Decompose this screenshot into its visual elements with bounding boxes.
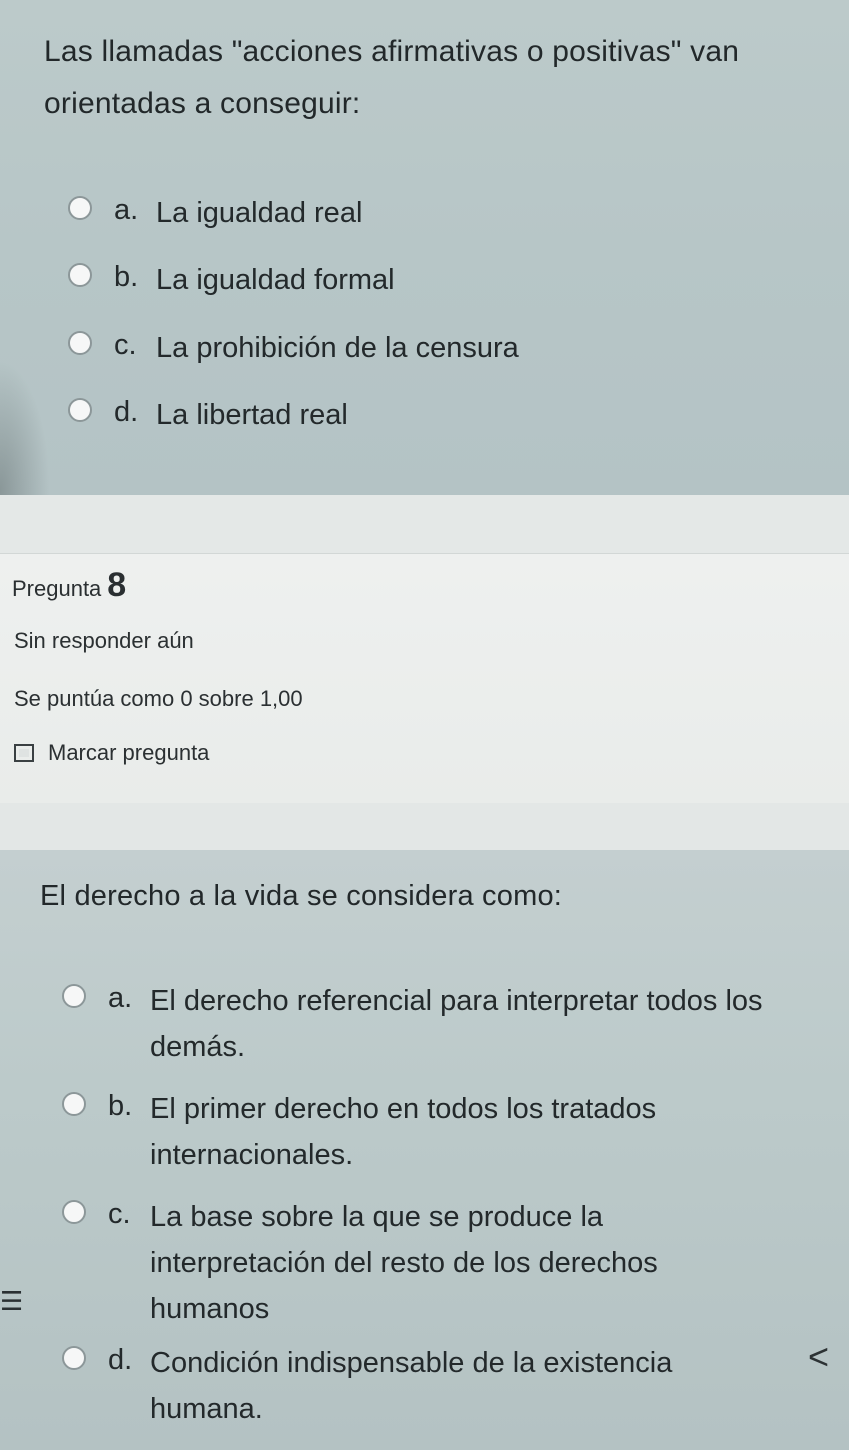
option-text: La prohibición de la censura <box>156 332 519 364</box>
question-number-value: 8 <box>107 566 127 604</box>
question-7-option-b[interactable]: b. La igualdad formal <box>68 257 395 303</box>
question-8-option-d[interactable]: d. Condición indispensable de la existen… <box>62 1340 782 1432</box>
section-divider <box>0 803 849 853</box>
flag-icon[interactable] <box>14 744 34 762</box>
question-score: Se puntúa como 0 sobre 1,00 <box>14 686 303 711</box>
option-letter: b. <box>108 1090 133 1122</box>
option-text: El derecho referencial para interpretar … <box>150 985 763 1063</box>
question-8-text: El derecho a la vida se considera como: <box>40 880 563 912</box>
question-status: Sin responder aún <box>14 628 194 653</box>
question-8-info-card: Pregunta 8 Sin responder aún Se puntúa c… <box>0 553 849 805</box>
option-letter: a. <box>108 982 133 1014</box>
flag-question-label: Marcar pregunta <box>48 740 210 765</box>
radio-button[interactable] <box>62 1346 86 1370</box>
list-icon[interactable]: ☰ <box>0 1288 26 1314</box>
question-7-block: Las llamadas "acciones afirmativas o pos… <box>0 0 849 495</box>
option-letter: b. <box>114 261 139 293</box>
option-text: Condición indispensable de la existencia… <box>150 1347 673 1425</box>
quiz-page: Las llamadas "acciones afirmativas o pos… <box>0 0 849 1450</box>
option-letter: d. <box>108 1344 133 1376</box>
radio-button[interactable] <box>62 984 86 1008</box>
question-8-option-b[interactable]: b. El primer derecho en todos los tratad… <box>62 1086 782 1178</box>
question-8-option-a[interactable]: a. El derecho referencial para interpret… <box>62 978 782 1070</box>
option-text: La base sobre la que se produce la inter… <box>150 1201 658 1325</box>
question-7-text: Las llamadas "acciones afirmativas o pos… <box>44 35 740 120</box>
option-letter: d. <box>114 396 139 428</box>
option-text: El primer derecho en todos los tratados … <box>150 1093 657 1171</box>
chevron-left-icon[interactable]: < <box>808 1336 829 1378</box>
section-divider <box>0 495 849 555</box>
flag-question-button[interactable]: Marcar pregunta <box>14 740 209 766</box>
option-text: La igualdad real <box>156 197 363 229</box>
radio-button[interactable] <box>68 263 92 287</box>
radio-button[interactable] <box>62 1092 86 1116</box>
radio-button[interactable] <box>68 398 92 422</box>
option-letter: a. <box>114 194 139 226</box>
question-7-option-c[interactable]: c. La prohibición de la censura <box>68 325 519 371</box>
radio-button[interactable] <box>62 1200 86 1224</box>
question-label: Pregunta <box>12 576 102 601</box>
question-8-block: El derecho a la vida se considera como: … <box>0 850 849 1450</box>
question-7-option-a[interactable]: a. La igualdad real <box>68 190 362 236</box>
option-letter: c. <box>108 1198 131 1230</box>
question-7-option-d[interactable]: d. La libertad real <box>68 392 348 438</box>
option-text: La libertad real <box>156 399 348 431</box>
option-text: La igualdad formal <box>156 264 395 296</box>
option-letter: c. <box>114 329 137 361</box>
question-8-option-c[interactable]: c. La base sobre la que se produce la in… <box>62 1194 782 1332</box>
radio-button[interactable] <box>68 196 92 220</box>
radio-button[interactable] <box>68 331 92 355</box>
question-number: Pregunta 8 <box>12 566 126 605</box>
